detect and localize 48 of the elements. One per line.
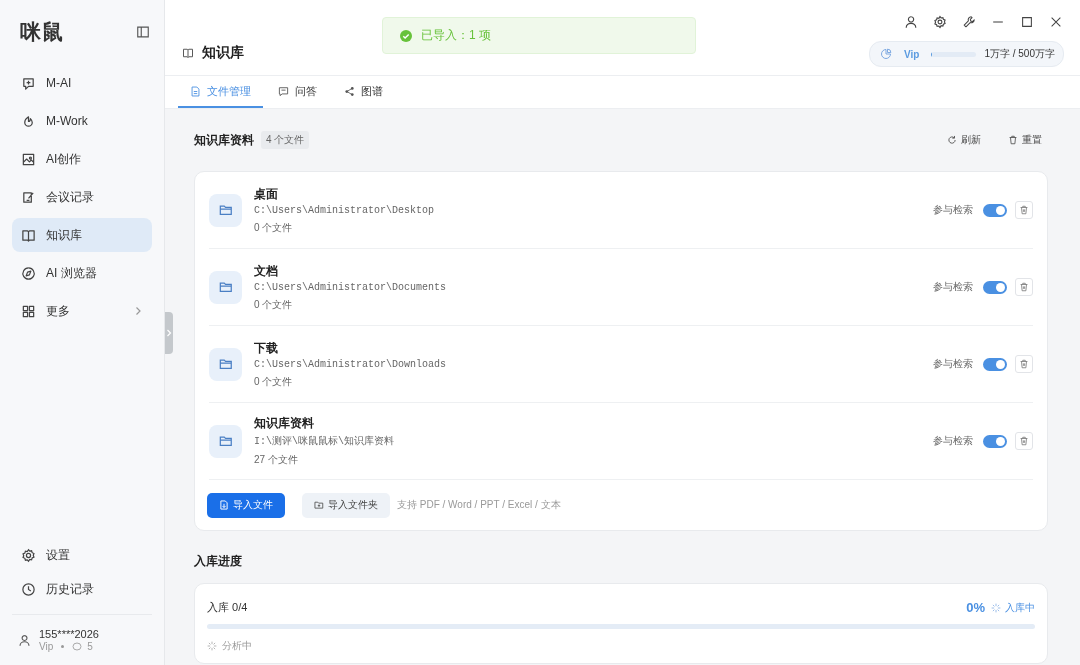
toggle-label: 参与检索 (933, 434, 973, 448)
nav-item[interactable]: 设置 (12, 538, 152, 572)
nav-item[interactable]: 知识库 (12, 218, 152, 252)
toggle-label: 参与检索 (933, 357, 973, 371)
supported-formats-hint: 支持 PDF / Word / PPT / Excel / 文本 (397, 498, 561, 512)
usage-reading: 1万字 / 500万字 (984, 47, 1055, 61)
nav-item[interactable]: AI 浏览器 (12, 256, 152, 290)
folder-file-count: 0 个文件 (254, 374, 294, 389)
progress-label: 入库 0/4 (207, 600, 248, 615)
coin-count: 5 (87, 641, 93, 652)
import-file-button[interactable]: 导入文件 (207, 492, 285, 518)
nav-item[interactable]: 会议记录 (12, 180, 152, 214)
analysis-status: 分析中 (222, 639, 252, 653)
folder-name: 下载 (254, 339, 279, 357)
plan-label: Vip (904, 48, 920, 60)
section-title: 知识库资料 (194, 131, 254, 149)
file-count-badge: 4 个文件 (261, 131, 310, 149)
folder-name: 文档 (254, 262, 279, 280)
folder-path: C:\Users\Administrator\Documents (254, 281, 448, 293)
page-title: 知识库 (202, 44, 244, 62)
nav-item[interactable]: AI创作 (12, 142, 152, 176)
folder-file-count: 27 个文件 (254, 453, 299, 467)
folder-file-count: 0 个文件 (254, 220, 294, 235)
folder-path: C:\Users\Administrator\Desktop (254, 204, 436, 216)
tab[interactable]: 问答 (266, 76, 329, 108)
section-title: 入库进度 (194, 553, 242, 570)
nav-item[interactable]: M-AI (12, 66, 152, 100)
folder-path: C:\Users\Administrator\Downloads (254, 358, 448, 370)
user-plan: Vip (39, 641, 54, 652)
nav-item[interactable]: 历史记录 (12, 572, 152, 606)
folder-name: 桌面 (254, 185, 279, 203)
nav-item[interactable]: M-Work (12, 104, 152, 138)
import-folder-button[interactable]: 导入文件夹 (302, 492, 390, 518)
toast-message: 已导入：1 项 (421, 27, 491, 44)
user-profile[interactable]: 155****2026 Vip 5 (12, 614, 152, 665)
user-phone: 155****2026 (39, 628, 99, 640)
progress-percent: 0% (966, 600, 985, 615)
app-logo: 咪鼠 (20, 19, 64, 45)
toggle-label: 参与检索 (933, 280, 973, 294)
folder-path: I:\测评\咪鼠鼠标\知识库资料 (254, 434, 395, 448)
folder-name: 知识库资料 (254, 415, 315, 432)
toggle-label: 参与检索 (933, 203, 973, 217)
nav-item[interactable]: 更多 (12, 294, 152, 328)
progress-status: 入库中 (1005, 600, 1035, 615)
refresh-button[interactable]: 刷新 (941, 133, 987, 147)
tab[interactable]: 图谱 (332, 76, 395, 108)
reset-button[interactable]: 重置 (1002, 133, 1048, 147)
folder-file-count: 0 个文件 (254, 297, 294, 312)
